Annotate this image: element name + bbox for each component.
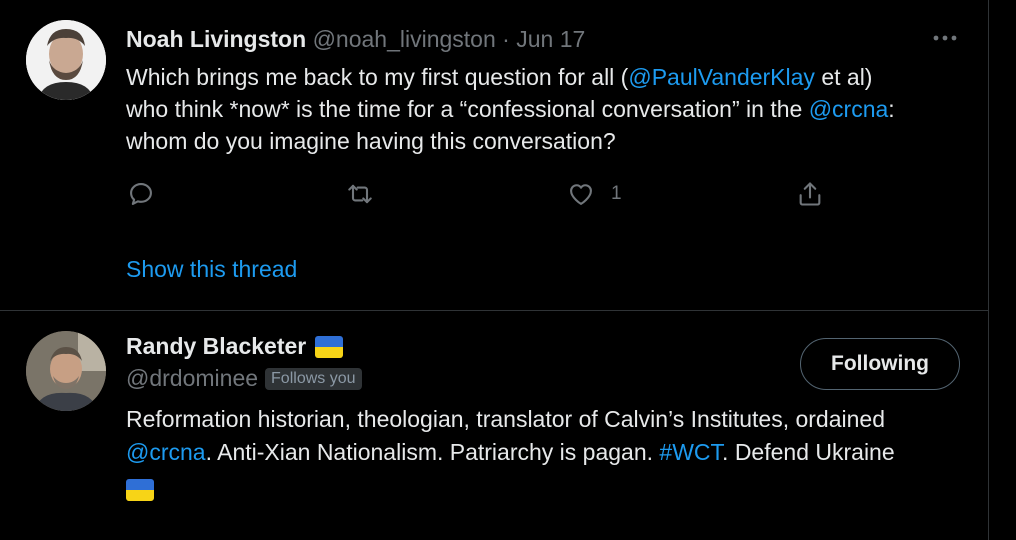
share-button[interactable] bbox=[796, 176, 824, 212]
profile-name-row: Randy Blacketer bbox=[126, 333, 344, 360]
text-segment: Which brings me back to my first questio… bbox=[126, 64, 629, 90]
hashtag-link[interactable]: #WCT bbox=[659, 439, 722, 465]
follows-you-badge: Follows you bbox=[265, 367, 362, 390]
text-segment: . Defend Ukraine bbox=[722, 439, 895, 465]
like-button[interactable]: 1 bbox=[567, 176, 622, 212]
bio-line bbox=[126, 469, 976, 502]
tweet-date[interactable]: Jun 17 bbox=[516, 26, 585, 52]
text-segment: et al) bbox=[814, 64, 873, 90]
tweet-text: Which brings me back to my first questio… bbox=[126, 61, 976, 157]
text-segment: : bbox=[888, 96, 895, 122]
like-icon bbox=[570, 184, 592, 205]
ukraine-flag-icon bbox=[126, 478, 154, 501]
text-segment: whom do you imagine having this conversa… bbox=[126, 128, 616, 154]
like-count: 1 bbox=[611, 183, 622, 204]
tweet-header: Noah Livingston @noah_livingston · Jun 1… bbox=[126, 24, 585, 54]
author-name[interactable]: Noah Livingston bbox=[126, 26, 306, 52]
ukraine-flag-icon bbox=[315, 335, 344, 358]
text-segment: Reformation historian, theologian, trans… bbox=[126, 406, 885, 432]
tweet-text-line: Which brings me back to my first questio… bbox=[126, 61, 976, 93]
separator: · bbox=[502, 26, 510, 52]
retweet-button[interactable] bbox=[346, 176, 374, 212]
profile-name[interactable]: Randy Blacketer bbox=[126, 333, 306, 360]
more-options-button[interactable] bbox=[926, 22, 964, 54]
show-thread-link[interactable]: Show this thread bbox=[126, 254, 297, 284]
text-segment: who think *now* is the time for a “confe… bbox=[126, 96, 809, 122]
reply-button[interactable] bbox=[127, 176, 155, 212]
profile-handle-row: @drdominee Follows you bbox=[126, 365, 362, 392]
avatar[interactable] bbox=[26, 331, 106, 411]
text-segment: . Anti-Xian Nationalism. Patriarchy is p… bbox=[205, 439, 660, 465]
reply-icon bbox=[130, 183, 152, 205]
avatar[interactable] bbox=[26, 20, 106, 100]
timeline-column: Noah Livingston @noah_livingston · Jun 1… bbox=[0, 0, 989, 540]
profile-handle[interactable]: @drdominee bbox=[126, 365, 258, 392]
mention-link[interactable]: @PaulVanderKlay bbox=[628, 64, 815, 90]
profile-bio: Reformation historian, theologian, trans… bbox=[126, 403, 976, 502]
mention-link[interactable]: @crcna bbox=[809, 96, 889, 122]
mention-link[interactable]: @crcna bbox=[126, 439, 206, 465]
tweet-text-line: whom do you imagine having this conversa… bbox=[126, 125, 976, 157]
following-button[interactable]: Following bbox=[800, 338, 960, 390]
more-icon bbox=[933, 35, 957, 41]
author-handle[interactable]: @noah_livingston bbox=[313, 26, 496, 52]
retweet-icon bbox=[348, 184, 372, 204]
user-cell[interactable]: Randy Blacketer @drdominee Follows you F… bbox=[0, 311, 988, 540]
tweet-text-line: who think *now* is the time for a “confe… bbox=[126, 93, 976, 125]
bio-line: Reformation historian, theologian, trans… bbox=[126, 403, 976, 436]
tweet[interactable]: Noah Livingston @noah_livingston · Jun 1… bbox=[0, 0, 988, 310]
bio-line: @crcna. Anti-Xian Nationalism. Patriarch… bbox=[126, 436, 976, 469]
share-icon bbox=[799, 182, 821, 206]
